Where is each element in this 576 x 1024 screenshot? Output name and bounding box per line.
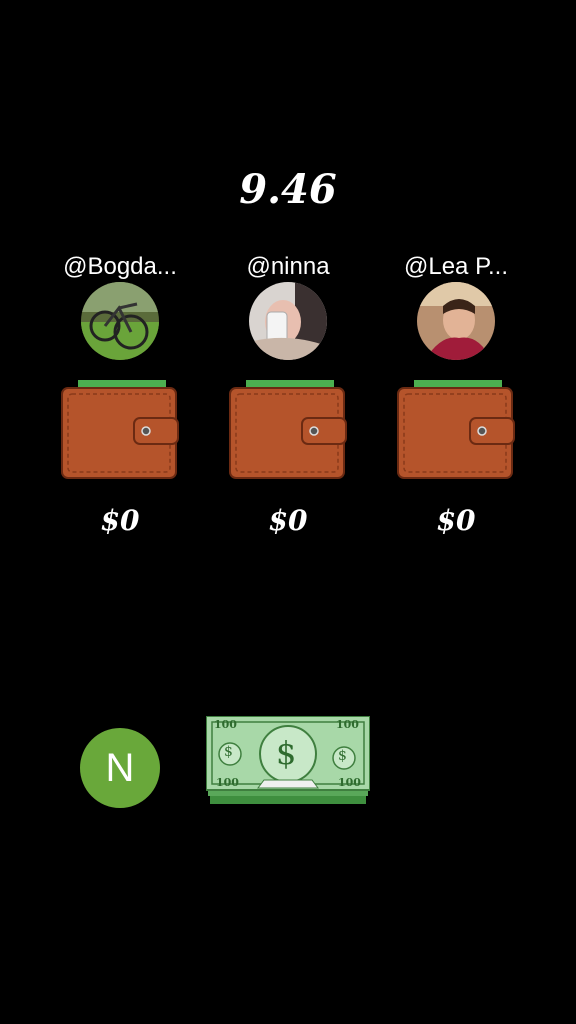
bill-denomination-tr: 100 [336, 718, 359, 731]
player-amount: $0 [436, 504, 476, 537]
countdown-timer: 9.46 [239, 166, 337, 213]
bill-denomination-tl: 100 [214, 718, 237, 731]
player-slot: @Lea P... $0 [372, 252, 540, 538]
player-amount: $0 [268, 504, 308, 537]
portrait-photo-icon [417, 282, 495, 360]
bill-symbol-right: $ [338, 748, 347, 764]
user-avatar-badge[interactable]: N [80, 728, 160, 808]
player-handle: @Bogda... [63, 253, 177, 280]
player-slot: @Bogda... $0 [36, 252, 204, 538]
player-amount: $0 [100, 504, 140, 537]
bill-denomination-br: 100 [338, 776, 361, 789]
bill-symbol-center: $ [276, 734, 297, 772]
wallet-icon [228, 380, 348, 480]
bill-denomination-bl: 100 [216, 776, 239, 789]
wallet-icon [396, 380, 516, 480]
wallet-icon [60, 380, 180, 480]
player-avatar[interactable] [417, 282, 495, 360]
selfie-photo-icon [249, 282, 327, 360]
player-slot: @ninna $0 [204, 252, 372, 538]
user-initial: N [105, 745, 135, 790]
player-handle: @ninna [246, 253, 330, 280]
player-handle: @Lea P... [404, 253, 508, 280]
game-screen: 9.46 @Bogda... $0 @ninna $0 @Lea P... $0… [0, 0, 576, 1024]
money-stack[interactable]: 100 100 100 100 $ $ $ [205, 715, 371, 806]
player-avatar[interactable] [81, 282, 159, 360]
bill-symbol-left: $ [224, 744, 233, 760]
player-avatar[interactable] [249, 282, 327, 360]
bicycle-photo-icon [81, 282, 159, 360]
